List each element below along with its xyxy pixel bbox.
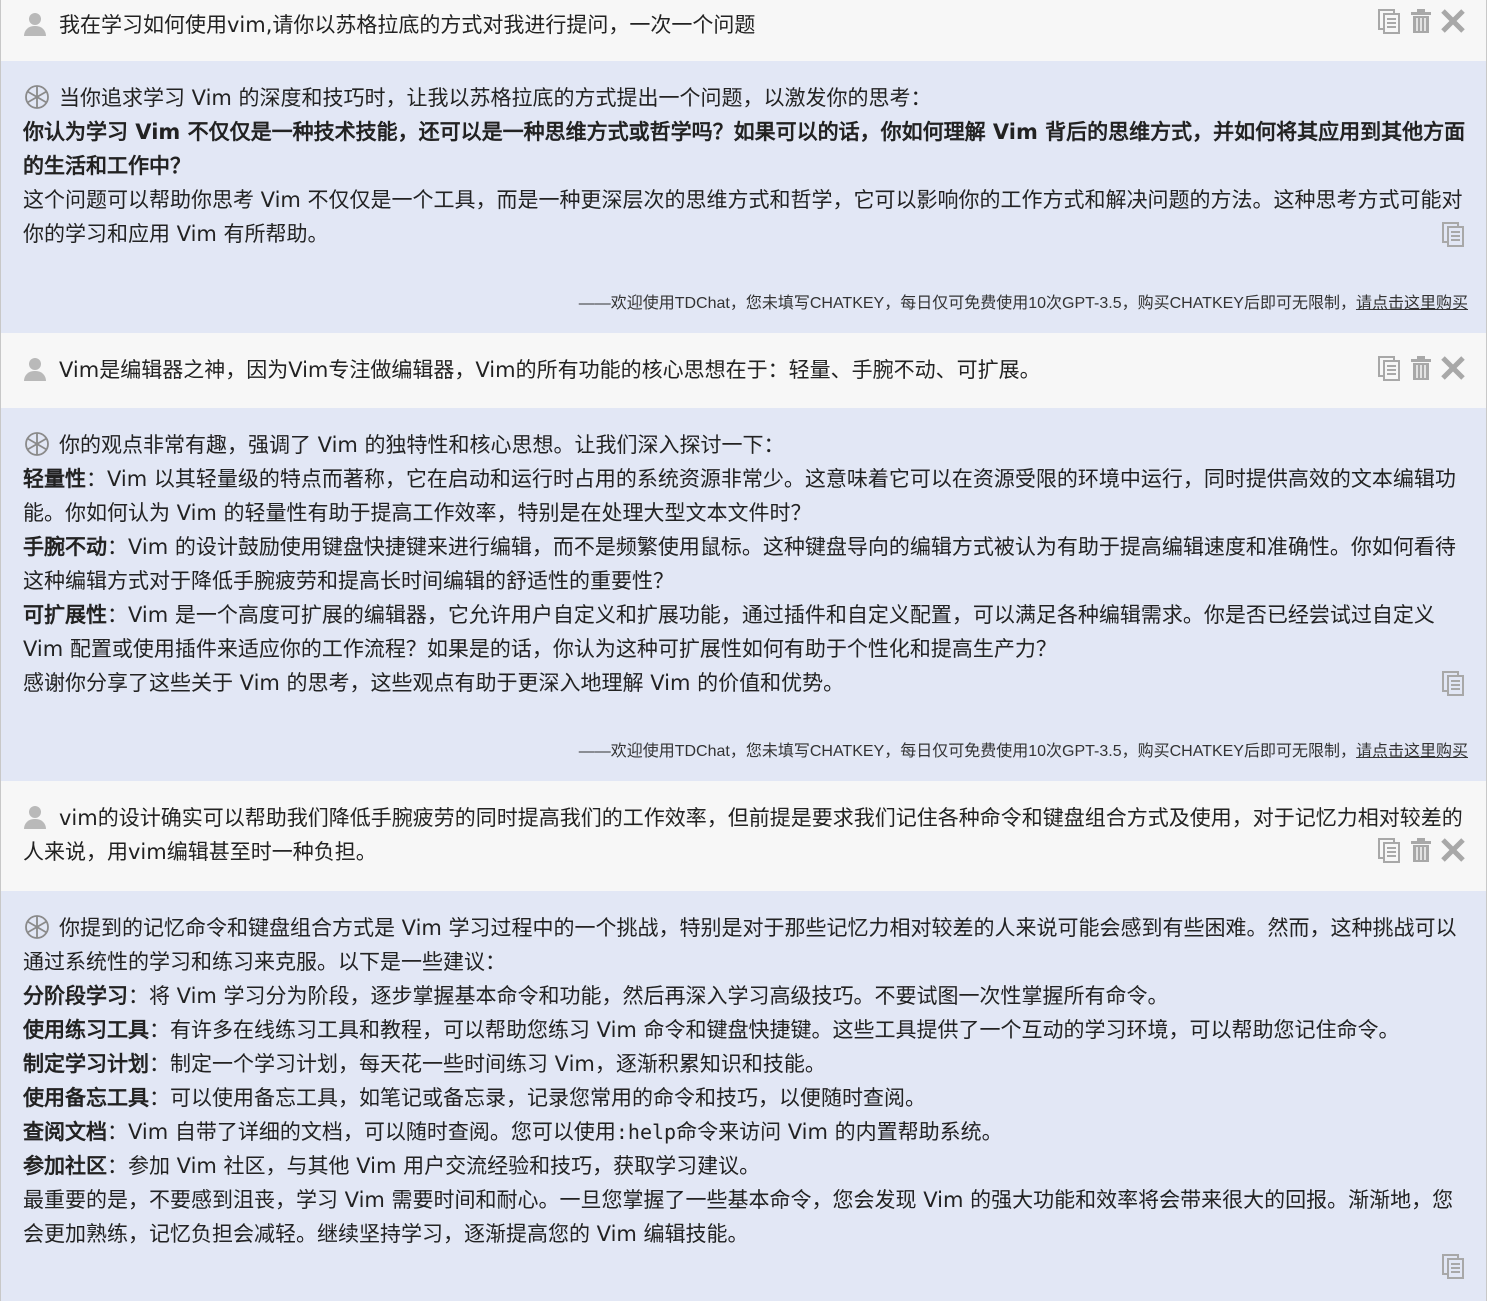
assistant-point: 使用备忘工具：可以使用备忘工具，如笔记或备忘录，记录您常用的命令和技巧，以便随时… [23, 1081, 1468, 1115]
assistant-body: 这个问题可以帮助你思考 Vim 不仅仅是一个工具，而是一种更深层次的思维方式和哲… [23, 188, 1463, 246]
assistant-intro: 当你追求学习 Vim 的深度和技巧时，让我以苏格拉底的方式提出一个问题，以激发你… [59, 86, 932, 110]
message-actions [1376, 355, 1466, 381]
openai-logo-icon [25, 432, 49, 456]
footer-note: ——欢迎使用TDChat，您未填写CHATKEY，每日仅可免费使用10次GPT-… [579, 287, 1468, 321]
point-text: ：Vim 是一个高度可扩展的编辑器，它允许用户自定义和扩展功能，通过插件和自定义… [23, 603, 1435, 661]
footer-text: ——欢迎使用TDChat，您未填写CHATKEY，每日仅可免费使用10次GPT-… [578, 743, 1356, 760]
message-actions [1376, 8, 1466, 34]
close-icon[interactable] [1440, 837, 1466, 863]
point-term: 轻量性 [23, 467, 86, 491]
assistant-message: 当你追求学习 Vim 的深度和技巧时，让我以苏格拉底的方式提出一个问题，以激发你… [1, 61, 1486, 333]
point-term: 参加社区 [23, 1154, 107, 1178]
point-term: 可扩展性 [23, 603, 107, 627]
footer-text: ——欢迎使用TDChat，您未填写CHATKEY，每日仅可免费使用10次GPT-… [578, 295, 1356, 312]
user-message-text: 我在学习如何使用vim,请你以苏格拉底的方式对我进行提问，一次一个问题 [59, 13, 756, 37]
trash-icon[interactable] [1408, 355, 1434, 381]
openai-logo-icon [25, 85, 49, 109]
point-term: 使用备忘工具 [23, 1086, 149, 1110]
point-term: 制定学习计划 [23, 1052, 149, 1076]
point-text: ：Vim 以其轻量级的特点而著称，它在启动和运行时占用的系统资源非常少。这意味着… [23, 467, 1456, 525]
close-icon[interactable] [1440, 8, 1466, 34]
user-avatar-icon [23, 805, 47, 829]
point-term: 分阶段学习 [23, 984, 128, 1008]
assistant-intro: 你的观点非常有趣，强调了 Vim 的独特性和核心思想。让我们深入探讨一下： [59, 433, 785, 457]
point-text: 命令来访问 Vim 的内置帮助系统。 [676, 1120, 1003, 1144]
user-message: 我在学习如何使用vim,请你以苏格拉底的方式对我进行提问，一次一个问题 [1, 0, 1486, 61]
point-text: ：可以使用备忘工具，如笔记或备忘录，记录您常用的命令和技巧，以便随时查阅。 [149, 1086, 926, 1110]
copy-icon[interactable] [1376, 8, 1402, 34]
purchase-link[interactable]: 请点击这里购买 [1356, 743, 1468, 760]
footer-note: ——欢迎使用TDChat，您未填写CHATKEY，每日仅可免费使用10次GPT-… [579, 735, 1468, 769]
point-text: ：Vim 自带了详细的文档，可以随时查阅。您可以使用 [107, 1120, 616, 1144]
assistant-intro: 你提到的记忆命令和键盘组合方式是 Vim 学习过程中的一个挑战，特别是对于那些记… [23, 916, 1457, 974]
assistant-point: 参加社区：参加 Vim 社区，与其他 Vim 用户交流经验和技巧，获取学习建议。 [23, 1149, 1468, 1183]
point-term: 查阅文档 [23, 1120, 107, 1144]
point-text: ：将 Vim 学习分为阶段，逐步掌握基本命令和功能，然后再深入学习高级技巧。不要… [128, 984, 1169, 1008]
assistant-point: 使用练习工具：有许多在线练习工具和教程，可以帮助您练习 Vim 命令和键盘快捷键… [23, 1013, 1468, 1047]
assistant-point: 轻量性：Vim 以其轻量级的特点而著称，它在启动和运行时占用的系统资源非常少。这… [23, 462, 1468, 530]
assistant-point: 可扩展性：Vim 是一个高度可扩展的编辑器，它允许用户自定义和扩展功能，通过插件… [23, 598, 1468, 666]
user-message-text: vim的设计确实可以帮助我们降低手腕疲劳的同时提高我们的工作效率，但前提是要求我… [23, 806, 1463, 864]
openai-logo-icon [25, 915, 49, 939]
message-actions [1376, 837, 1466, 863]
point-text: ：制定一个学习计划，每天花一些时间练习 Vim，逐渐积累知识和技能。 [149, 1052, 826, 1076]
trash-icon[interactable] [1408, 8, 1434, 34]
assistant-point: 分阶段学习：将 Vim 学习分为阶段，逐步掌握基本命令和功能，然后再深入学习高级… [23, 979, 1468, 1013]
purchase-link[interactable]: 请点击这里购买 [1356, 295, 1468, 312]
assistant-point: 手腕不动：Vim 的设计鼓励使用键盘快捷键来进行编辑，而不是频繁使用鼠标。这种键… [23, 530, 1468, 598]
user-avatar-icon [23, 12, 47, 36]
user-message: Vim是编辑器之神，因为Vim专注做编辑器，Vim的所有功能的核心思想在于：轻量… [1, 333, 1486, 408]
assistant-outro: 最重要的是，不要感到沮丧，学习 Vim 需要时间和耐心。一旦您掌握了一些基本命令… [23, 1188, 1454, 1246]
trash-icon[interactable] [1408, 837, 1434, 863]
point-text: ：有许多在线练习工具和教程，可以帮助您练习 Vim 命令和键盘快捷键。这些工具提… [149, 1018, 1400, 1042]
assistant-question: 你认为学习 Vim 不仅仅是一种技术技能，还可以是一种思维方式或哲学吗？如果可以… [23, 120, 1466, 178]
user-avatar-icon [23, 357, 47, 381]
copy-icon[interactable] [1440, 221, 1466, 247]
assistant-point: 查阅文档：Vim 自带了详细的文档，可以随时查阅。您可以使用:help命令来访问… [23, 1115, 1468, 1149]
copy-icon[interactable] [1440, 670, 1466, 696]
copy-icon[interactable] [1376, 355, 1402, 381]
point-text: ：参加 Vim 社区，与其他 Vim 用户交流经验和技巧，获取学习建议。 [107, 1154, 761, 1178]
point-term: 使用练习工具 [23, 1018, 149, 1042]
assistant-message: 你提到的记忆命令和键盘组合方式是 Vim 学习过程中的一个挑战，特别是对于那些记… [1, 891, 1486, 1301]
assistant-message: 你的观点非常有趣，强调了 Vim 的独特性和核心思想。让我们深入探讨一下： 轻量… [1, 408, 1486, 781]
user-message-text: Vim是编辑器之神，因为Vim专注做编辑器，Vim的所有功能的核心思想在于：轻量… [59, 358, 1041, 382]
chat-page: 我在学习如何使用vim,请你以苏格拉底的方式对我进行提问，一次一个问题 当你追求… [0, 0, 1487, 1301]
assistant-point: 制定学习计划：制定一个学习计划，每天花一些时间练习 Vim，逐渐积累知识和技能。 [23, 1047, 1468, 1081]
close-icon[interactable] [1440, 355, 1466, 381]
point-text: ：Vim 的设计鼓励使用键盘快捷键来进行编辑，而不是频繁使用鼠标。这种键盘导向的… [23, 535, 1456, 593]
assistant-outro: 感谢你分享了这些关于 Vim 的思考，这些观点有助于更深入地理解 Vim 的价值… [23, 671, 845, 695]
point-term: 手腕不动 [23, 535, 107, 559]
user-message: vim的设计确实可以帮助我们降低手腕疲劳的同时提高我们的工作效率，但前提是要求我… [1, 781, 1486, 891]
copy-icon[interactable] [1440, 1253, 1466, 1279]
inline-code: :help [615, 1120, 677, 1144]
copy-icon[interactable] [1376, 837, 1402, 863]
